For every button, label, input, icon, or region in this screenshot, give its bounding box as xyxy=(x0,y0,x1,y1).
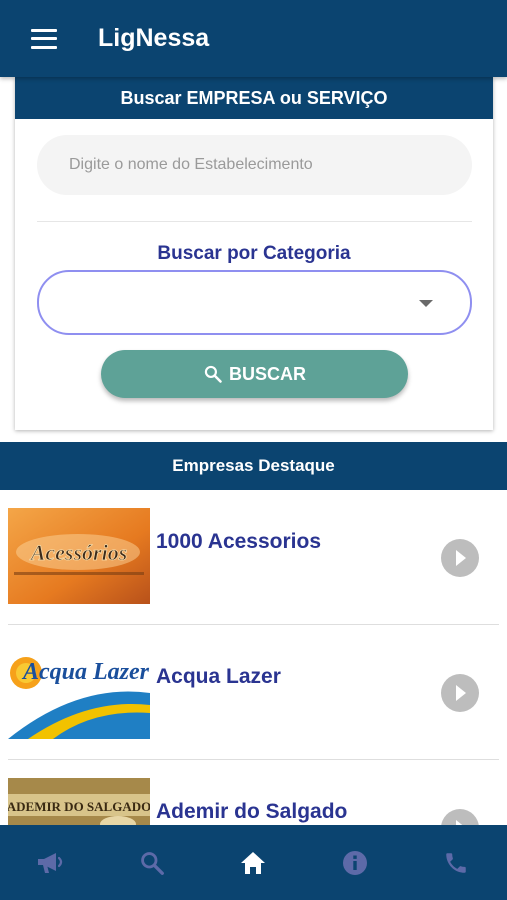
home-icon xyxy=(241,851,266,874)
featured-header: Empresas Destaque xyxy=(0,442,507,490)
megaphone-icon xyxy=(37,852,62,873)
buscar-button[interactable]: BUSCAR xyxy=(101,350,408,398)
company-name: Ademir do Salgado xyxy=(156,800,348,823)
hamburger-menu-icon xyxy=(31,28,57,49)
search-card-header: Buscar EMPRESA ou SERVIÇO xyxy=(15,77,493,119)
company-item[interactable]: Acqua Lazer Acqua Lazer xyxy=(8,625,499,760)
search-input[interactable] xyxy=(37,135,472,195)
buscar-button-label: BUSCAR xyxy=(228,363,306,384)
menu-button[interactable] xyxy=(0,0,90,77)
search-card: Buscar EMPRESA ou SERVIÇO Buscar por Cat… xyxy=(15,77,493,430)
svg-text:Acqua Lazer: Acqua Lazer xyxy=(21,659,150,685)
acqua-lazer-logo-image: Acqua Lazer xyxy=(8,643,150,739)
nav-item-search[interactable] xyxy=(122,833,182,893)
bottom-nav xyxy=(0,825,507,900)
category-select[interactable] xyxy=(37,270,472,335)
nav-item-info[interactable] xyxy=(325,833,385,893)
info-icon xyxy=(342,850,367,875)
category-label: Buscar por Categoria xyxy=(157,243,351,264)
nav-item-home[interactable] xyxy=(223,833,283,893)
company-logo: Acqua Lazer xyxy=(8,643,150,739)
app-bar: LigNessa xyxy=(0,0,507,77)
dropdown-caret-icon xyxy=(419,300,433,307)
acessorios-logo-image: Acessórios xyxy=(8,508,150,604)
chevron-right-icon[interactable] xyxy=(441,674,479,712)
search-icon xyxy=(141,851,164,875)
chevron-right-icon[interactable] xyxy=(441,539,479,577)
ademir-logo-image: ADEMIR DO SALGADO xyxy=(8,778,150,825)
search-icon xyxy=(204,365,222,383)
divider xyxy=(37,221,472,222)
company-logo: ADEMIR DO SALGADO xyxy=(8,778,150,825)
chevron-right-icon[interactable] xyxy=(441,809,479,825)
svg-text:ADEMIR DO SALGADO: ADEMIR DO SALGADO xyxy=(8,799,150,814)
app-title: LigNessa xyxy=(98,24,210,52)
main-content[interactable]: Buscar EMPRESA ou SERVIÇO Buscar por Cat… xyxy=(0,77,507,825)
phone-icon xyxy=(446,852,466,873)
nav-item-announcements[interactable] xyxy=(21,833,81,893)
company-name: 1000 Acessorios xyxy=(156,530,321,553)
company-item[interactable]: ADEMIR DO SALGADO Ademir do Salgado xyxy=(8,760,499,825)
company-name: Acqua Lazer xyxy=(156,665,281,688)
company-logo: Acessórios xyxy=(8,508,150,604)
company-list: Acessórios 1000 Acessorios Acqua Lazer A… xyxy=(0,490,507,825)
company-item[interactable]: Acessórios 1000 Acessorios xyxy=(8,490,499,625)
svg-text:Acessórios: Acessórios xyxy=(29,540,128,565)
nav-item-phone[interactable] xyxy=(426,833,486,893)
